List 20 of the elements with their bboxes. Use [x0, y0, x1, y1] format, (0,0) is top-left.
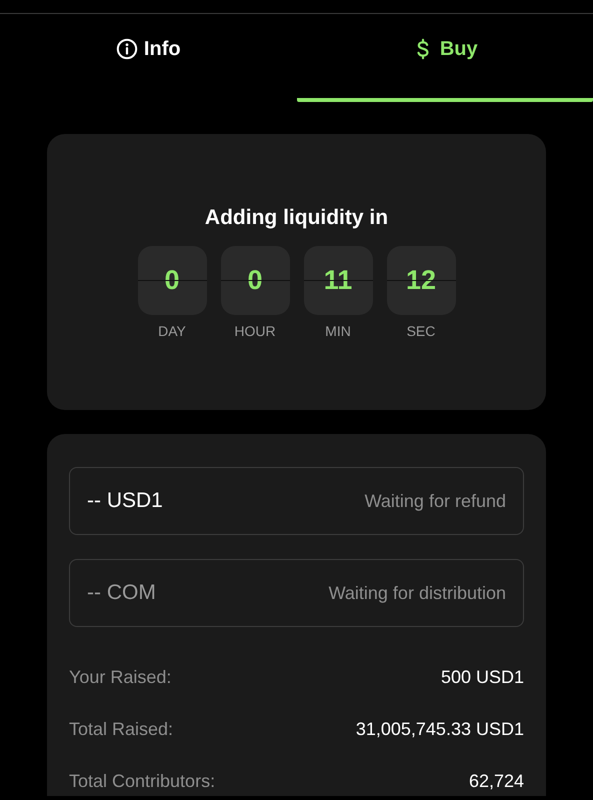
- balance-value: -- COM: [87, 581, 156, 605]
- unit-label: MIN: [325, 323, 351, 339]
- stat-value: 62,724: [468, 770, 524, 792]
- stat-label: Total Raised:: [69, 718, 174, 740]
- balance-status: Waiting for refund: [364, 490, 506, 512]
- stat-label: Your Raised:: [69, 666, 172, 688]
- balance-value: -- USD1: [87, 489, 163, 513]
- stat-label: Total Contributors:: [69, 770, 216, 792]
- stat-value: 31,005,745.33 USD1: [356, 718, 524, 740]
- tab[interactable]: Info: [0, 14, 296, 102]
- info-icon: [116, 38, 138, 60]
- balance-status: Waiting for distribution: [328, 582, 506, 604]
- countdown-digit: 12: [386, 246, 456, 315]
- stat-value: 500 USD1: [440, 666, 524, 688]
- unit-label: DAY: [158, 323, 186, 339]
- countdown-digit: 11: [304, 246, 372, 315]
- countdown-title: Adding liquidity in: [204, 206, 388, 230]
- tab[interactable]: Buy: [296, 14, 593, 102]
- unit-label: SEC: [406, 323, 436, 339]
- unit-label: HOUR: [234, 323, 276, 339]
